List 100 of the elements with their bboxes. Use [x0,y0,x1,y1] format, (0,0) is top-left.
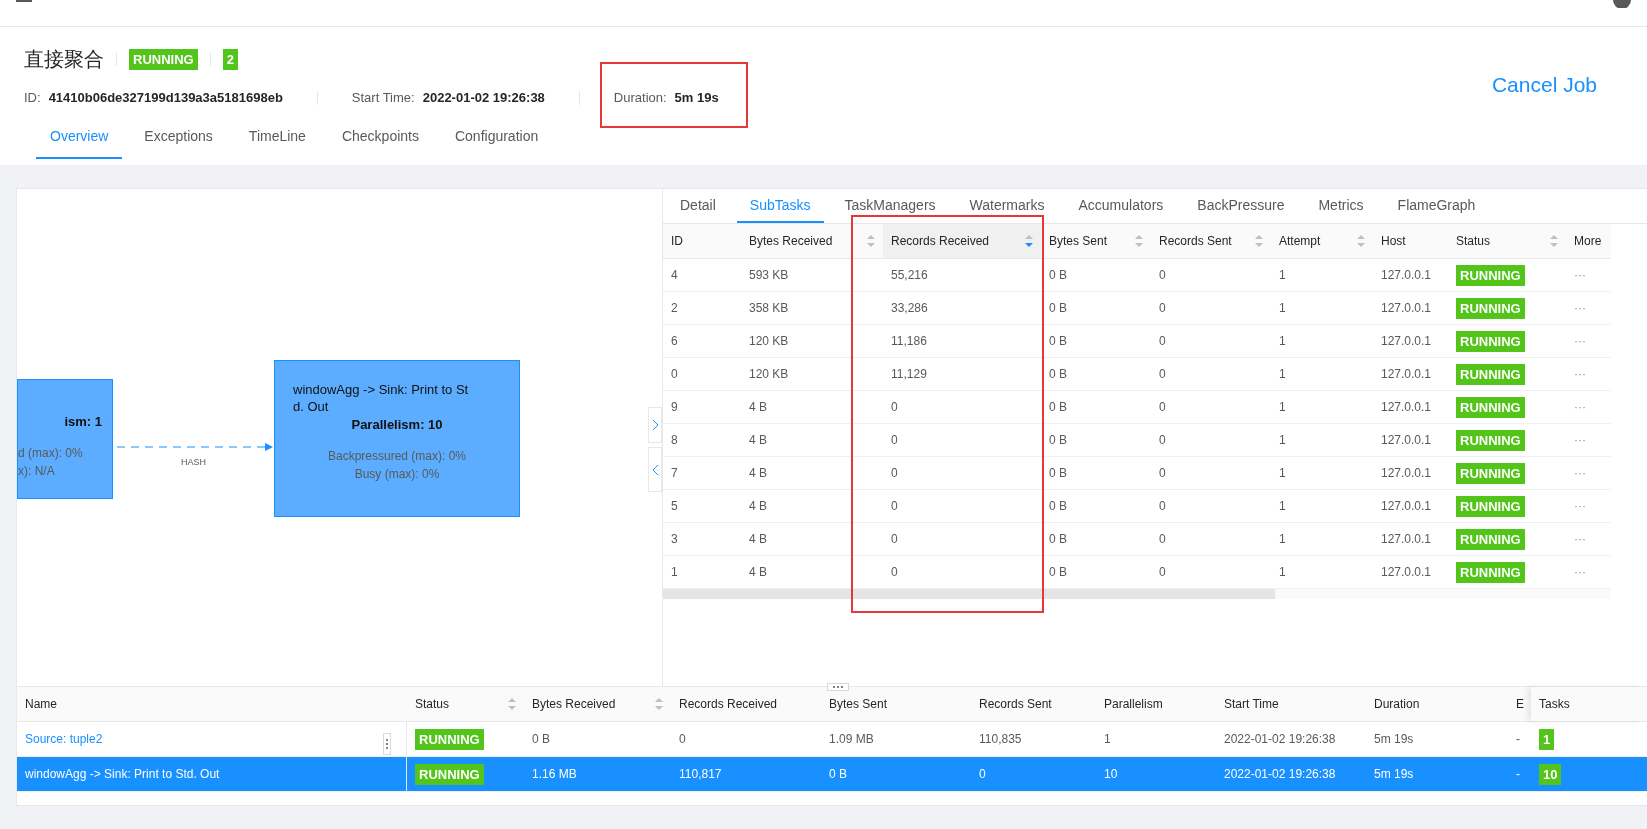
tab[interactable]: Checkpoints [327,123,433,159]
status-badge: RUNNING [1456,330,1525,352]
tab[interactable]: Configuration [440,123,553,159]
duration: 5m 19s [674,89,719,107]
more-menu[interactable]: ··· [1574,266,1586,284]
detail-tab[interactable]: TaskManagers [831,189,949,223]
table-cell-text: 2 [671,300,678,317]
detail-tab[interactable]: Watermarks [956,189,1058,223]
avatar-icon[interactable] [1613,0,1631,8]
graph-node[interactable]: windowAgg -> Sink: Print to St d. Out Parallelism: 10 Backpressured (max): 0% Busy (max): 0% [274,360,520,517]
detail-tab[interactable]: BackPressure [1184,189,1298,223]
table-cell-text: 1.16 MB [532,766,577,783]
column-header[interactable]: More [1566,224,1611,258]
column-header[interactable]: Bytes Sent [821,687,971,721]
more-menu[interactable]: ··· [1574,530,1586,548]
job-id: 41410b06de327199d139a3a5181698eb [48,89,283,107]
sort-icon[interactable] [1025,235,1033,247]
table-cell-text: 0 B [1049,531,1067,548]
collapse-button[interactable] [648,447,662,492]
graph-node[interactable]: ism: 1 d (max): 0% x): N/A [17,379,113,499]
more-menu[interactable]: ··· [1574,398,1586,416]
more-menu[interactable]: ··· [1574,497,1586,515]
more-menu[interactable]: ··· [1574,563,1586,581]
column-header[interactable]: Host [1373,224,1448,258]
column-header[interactable]: Status [407,687,524,721]
column-header[interactable]: Records Sent [971,687,1096,721]
column-header[interactable]: Bytes Received [524,687,671,721]
column-header[interactable]: Duration [1366,687,1516,721]
duration-label: Duration: [613,89,667,107]
more-menu[interactable]: ··· [1574,431,1586,449]
column-header[interactable]: Bytes Received [741,224,883,258]
expand-button[interactable] [648,407,662,443]
tab[interactable]: TimeLine [234,123,320,159]
table-cell-text: 110,817 [679,766,722,783]
table-cell-text: 127.0.0.1 [1381,465,1432,482]
status-badge: RUNNING [415,763,484,785]
column-header[interactable]: Status [1448,224,1566,258]
detail-tab[interactable]: Accumulators [1065,189,1177,223]
table-cell-text: 6 [671,333,678,350]
sort-icon[interactable] [867,235,875,247]
column-resize-icon[interactable] [383,733,391,755]
table-cell-text: 1 [1279,531,1286,548]
column-header[interactable]: ID [663,224,741,258]
edge-label: HASH [181,456,206,469]
column-header[interactable]: Name [17,687,407,721]
sort-icon[interactable] [1135,235,1143,247]
table-cell-text: 127.0.0.1 [1381,432,1432,449]
sort-icon[interactable] [1357,235,1365,247]
column-header[interactable]: Attempt [1271,224,1373,258]
table-cell-text: 4 B [749,399,767,416]
table-cell-text: 1 [1279,432,1286,449]
table-cell-text: 127.0.0.1 [1381,267,1432,284]
column-header[interactable]: Records Received [883,224,1041,258]
count-badge: 2 [222,48,238,70]
status-badge: RUNNING [1456,495,1525,517]
column-header[interactable]: Records Sent [1151,224,1271,258]
status-badge: RUNNING [1456,396,1525,418]
table-cell-text: 1 [1279,300,1286,317]
column-header[interactable]: E [1516,687,1531,721]
table-cell-text: 0 [1159,333,1166,350]
sort-icon[interactable] [1255,235,1263,247]
column-header[interactable]: Bytes Sent [1041,224,1151,258]
more-menu[interactable]: ··· [1574,332,1586,350]
detail-tab[interactable]: Metrics [1305,189,1377,223]
status-badge: RUNNING [1456,264,1525,286]
column-header[interactable]: Start Time [1216,687,1366,721]
column-header[interactable]: Tasks [1531,687,1641,721]
table-cell-text: 0 [979,766,986,783]
tab[interactable]: Exceptions [130,123,227,159]
table-cell-text: 0 B [1049,432,1067,449]
table-cell-text: 120 KB [749,333,789,350]
table-cell-text: 0 [1159,465,1166,482]
table-cell-text: 1 [1104,731,1111,748]
more-menu[interactable]: ··· [1574,365,1586,383]
table-cell-text: 2022-01-02 19:26:38 [1224,766,1336,783]
horizontal-scrollbar[interactable] [663,589,1611,599]
table-cell-text: 0 [891,432,898,449]
more-menu[interactable]: ··· [1574,299,1586,317]
node-title: windowAgg -> Sink: Print to St [293,381,469,398]
table-cell-text: 0 [679,731,686,748]
table-cell-text: 0 [891,531,898,548]
table-cell-text: 5m 19s [1374,766,1414,783]
sort-icon[interactable] [508,698,516,710]
table-cell-text: 5 [671,498,678,515]
sort-icon[interactable] [655,698,663,710]
table-cell-text: 1 [1279,267,1286,284]
menu-icon[interactable] [16,0,32,4]
column-header[interactable]: Parallelism [1096,687,1216,721]
node-stat: Backpressured (max): 0% [327,447,466,465]
more-menu[interactable]: ··· [1574,464,1586,482]
table-cell-text: 4 B [749,498,767,515]
table-cell-text: 7 [671,465,678,482]
column-header[interactable]: Records Received [671,687,821,721]
sort-icon[interactable] [1550,235,1558,247]
table-cell-text: 120 KB [749,366,789,383]
detail-tab[interactable]: FlameGraph [1384,189,1489,223]
table-cell-text: 0 B [1049,399,1067,416]
resize-handle-icon[interactable] [827,683,849,691]
table-cell-text: 0 [891,465,898,482]
detail-tab[interactable]: Detail [667,189,729,223]
